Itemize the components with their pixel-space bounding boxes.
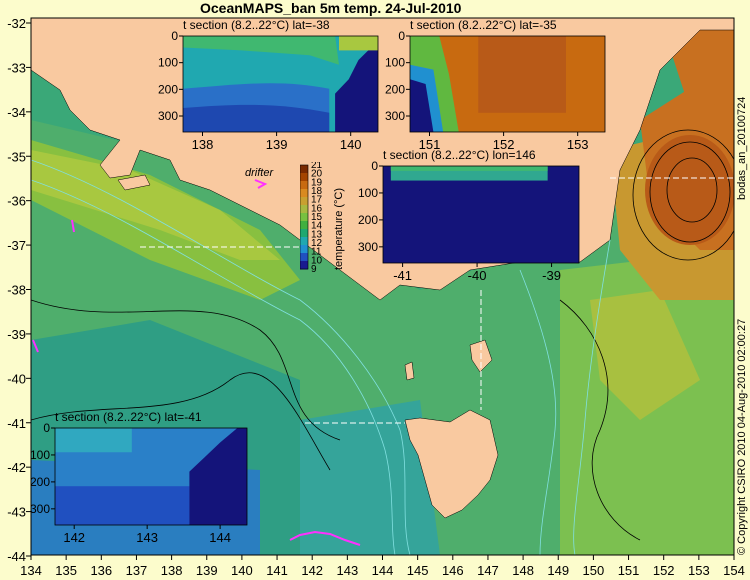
colorbar-swatch — [300, 165, 308, 174]
colorbar-label: temperature (°C) — [333, 187, 345, 270]
inset-depth-tick: 0 — [371, 159, 378, 173]
inset-x-tick: 139 — [266, 137, 288, 152]
inset-x-tick: -41 — [393, 268, 412, 283]
lat-tick-label: -35 — [7, 149, 26, 164]
section-inset-lat-38: t section (8.2..22°C) lat=-38 0 100 200 300 1… — [145, 18, 388, 158]
section-inset-lat-35: t section (8.2..22°C) lat=-35 0 100 200 300 1… — [372, 18, 615, 158]
inset-depth-tick: 300 — [30, 502, 50, 516]
inset-depth-tick: 200 — [158, 82, 178, 96]
lat-tick-label: -32 — [7, 16, 26, 31]
inset-depth-tick: 100 — [30, 448, 50, 462]
inset-depth-tick: 200 — [358, 213, 378, 227]
lon-tick-label: 137 — [126, 563, 148, 578]
lon-tick-label: 150 — [583, 563, 605, 578]
colorbar-swatch — [300, 213, 308, 222]
inset-x-tick: -40 — [468, 268, 487, 283]
lon-tick-label: 152 — [653, 563, 675, 578]
drifter-label: drifter — [245, 167, 274, 179]
inset-depth-tick: 300 — [385, 109, 405, 123]
lon-tick-label: 136 — [90, 563, 112, 578]
inset-depth-tick: 200 — [385, 82, 405, 96]
lat-tick-label: -39 — [7, 327, 26, 342]
lon-tick-label: 144 — [372, 563, 394, 578]
lat-tick-label: -33 — [7, 60, 26, 75]
colorbar-swatch — [300, 261, 308, 270]
run-id-label: bodas_an_20100724 — [736, 96, 748, 200]
lat-tick-label: -40 — [7, 371, 26, 386]
lon-tick-label: 145 — [407, 563, 429, 578]
section-inset-lon146: t section (8.2..22°C) lon=146 0 100 200 300-… — [345, 148, 589, 289]
lon-tick-label: 147 — [477, 563, 499, 578]
lat-tick-label: -44 — [7, 549, 26, 564]
inset-x-tick: 143 — [136, 530, 158, 545]
lon-tick-label: 148 — [512, 563, 534, 578]
lat-tick-label: -34 — [7, 105, 26, 120]
inset-depth-tick: 0 — [171, 29, 178, 43]
inset-x-tick: 142 — [63, 530, 85, 545]
colorbar-swatch — [300, 253, 308, 262]
section-inset-lat-41: t section (8.2..22°C) lat=-41 0 100 200 300 1… — [17, 410, 257, 551]
lon-tick-label: 135 — [55, 563, 77, 578]
lon-tick-label: 140 — [231, 563, 253, 578]
inset-depth-tick: 200 — [30, 475, 50, 489]
colorbar-swatch — [300, 197, 308, 206]
lon-tick-label: 142 — [301, 563, 323, 578]
colorbar-swatch — [300, 237, 308, 246]
lon-tick-label: 153 — [688, 563, 710, 578]
colorbar-swatch — [300, 189, 308, 198]
lon-tick-label: 151 — [618, 563, 640, 578]
lon-tick-label: 141 — [266, 563, 288, 578]
colorbar-swatch — [300, 221, 308, 230]
inset-depth-tick: 100 — [358, 186, 378, 200]
inset-depth-tick: 0 — [398, 29, 405, 43]
lon-tick-label: 134 — [20, 563, 42, 578]
longitude-axis: 134 135 136 137 138 139 140 141 142 143 144 145 146 1… — [20, 555, 745, 578]
colorbar-swatch — [300, 181, 308, 190]
colorbar-swatch — [300, 205, 308, 214]
lat-tick-label: -38 — [7, 283, 26, 298]
inset-depth-tick: 100 — [385, 56, 405, 70]
inset-depth-tick: 300 — [358, 240, 378, 254]
lon-tick-label: 139 — [196, 563, 218, 578]
colorbar-swatch — [300, 229, 308, 238]
inset-depth-tick: 0 — [43, 421, 50, 435]
lat-tick-label: -37 — [7, 238, 26, 253]
inset-x-tick: 138 — [192, 137, 214, 152]
lon-tick-label: 154 — [723, 563, 745, 578]
lon-tick-label: 138 — [161, 563, 183, 578]
inset-depth-tick: 300 — [158, 109, 178, 123]
lon-tick-label: 149 — [547, 563, 569, 578]
colorbar-tick-label: 9 — [311, 264, 317, 272]
copyright-label: © Copyright CSIRO 2010 04-Aug-2010 02:00… — [736, 318, 748, 555]
inset-x-tick: 144 — [209, 530, 231, 545]
inset-depth-tick: 100 — [158, 56, 178, 70]
lon-tick-label: 143 — [336, 563, 358, 578]
inset-x-tick: -39 — [542, 268, 561, 283]
colorbar-swatch — [300, 245, 308, 254]
colorbar-swatch — [300, 173, 308, 182]
lat-tick-label: -36 — [7, 194, 26, 209]
lon-tick-label: 146 — [442, 563, 464, 578]
